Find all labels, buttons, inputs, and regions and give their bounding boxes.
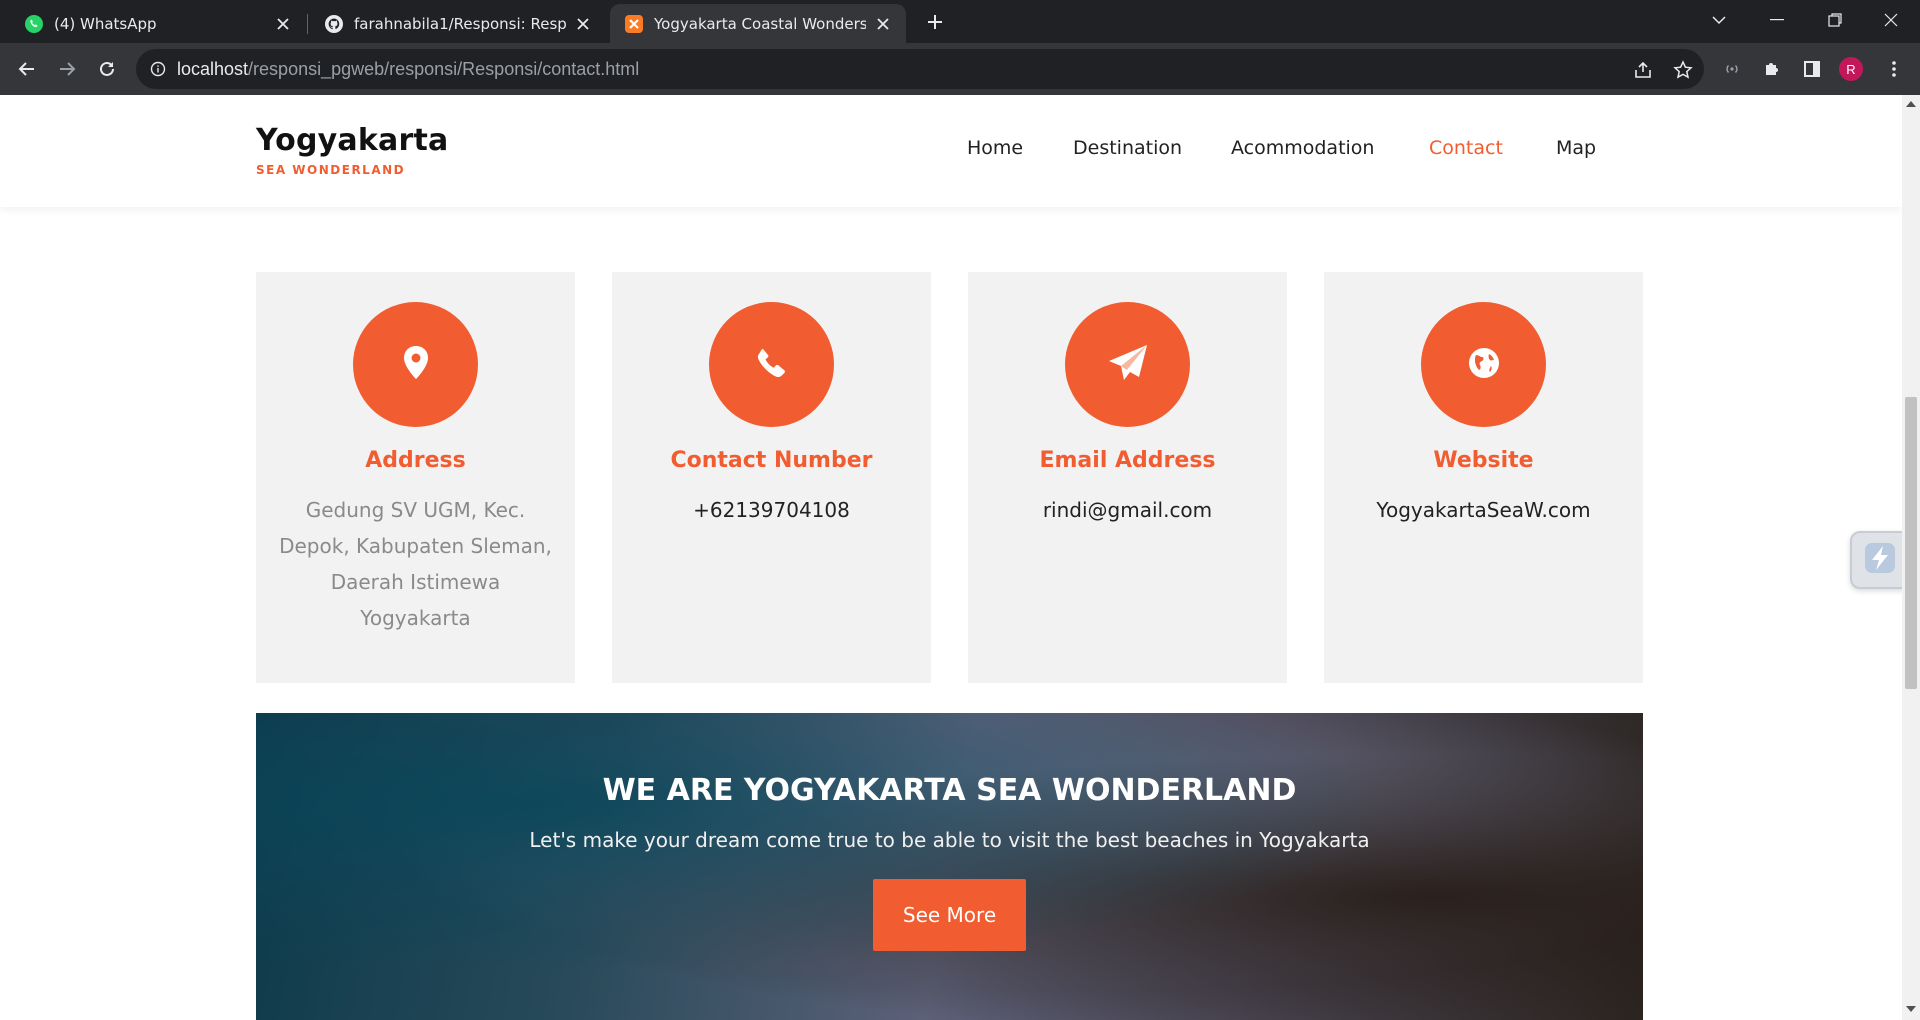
forward-button[interactable] (52, 54, 82, 84)
card-title: Address (365, 448, 466, 473)
close-icon[interactable] (874, 15, 892, 33)
extension-broadcast-icon[interactable] (1720, 57, 1744, 81)
banner-title: WE ARE YOGYAKARTA SEA WONDERLAND (602, 773, 1297, 808)
side-panel-icon[interactable] (1800, 57, 1824, 81)
card-text: rindi@gmail.com (1042, 498, 1213, 522)
extensions-puzzle-icon[interactable] (1760, 57, 1784, 81)
bookmark-star-icon[interactable] (1672, 59, 1694, 81)
site-info-icon[interactable] (148, 59, 168, 79)
new-tab-button[interactable] (922, 9, 948, 35)
contact-card-address: Address Gedung SV UGM, Kec. Depok, Kabup… (256, 272, 575, 683)
card-icon-circle (1065, 302, 1190, 427)
floating-widget[interactable] (1850, 531, 1910, 589)
tab-separator (307, 14, 308, 34)
address-bar[interactable]: localhost/responsi_pgweb/responsi/Respon… (136, 49, 1704, 89)
tab-search-button[interactable] (1690, 0, 1748, 40)
card-text: +62139704108 (693, 498, 850, 522)
tab-title: farahnabila1/Responsi: Responsi (354, 14, 566, 33)
close-icon[interactable] (274, 15, 292, 33)
card-icon-circle (353, 302, 478, 427)
url-host: localhost (177, 59, 249, 79)
promo-banner: WE ARE YOGYAKARTA SEA WONDERLAND Let's m… (256, 713, 1643, 1020)
globe-icon (1467, 346, 1501, 384)
nav-acommodation[interactable]: Acommodation (1231, 137, 1374, 159)
scroll-up-arrow[interactable] (1906, 101, 1916, 107)
nav-destination[interactable]: Destination (1073, 137, 1182, 159)
share-icon[interactable] (1632, 59, 1654, 81)
back-button[interactable] (12, 54, 42, 84)
profile-avatar[interactable]: R (1839, 57, 1863, 81)
contact-card-phone: Contact Number +62139704108 (612, 272, 931, 683)
browser-tab-bar: (4) WhatsApp farahnabila1/Responsi: Resp… (0, 0, 1920, 43)
whatsapp-icon (24, 14, 44, 34)
site-header: Yogyakarta SEA WONDERLAND Home Destinati… (0, 95, 1902, 207)
see-more-button[interactable]: See More (873, 879, 1026, 951)
restore-button[interactable] (1806, 0, 1864, 40)
paper-plane-icon (1107, 343, 1149, 387)
lightning-icon (1863, 541, 1897, 579)
nav-home[interactable]: Home (967, 137, 1023, 159)
card-text: Gedung SV UGM, Kec. Depok, Kabupaten Sle… (279, 498, 552, 630)
card-icon-circle (1421, 302, 1546, 427)
contact-card-website: Website YogyakartaSeaW.com (1324, 272, 1643, 683)
close-window-button[interactable] (1862, 0, 1920, 40)
nav-map[interactable]: Map (1556, 137, 1596, 159)
card-title: Contact Number (670, 448, 873, 473)
xampp-icon (624, 14, 644, 34)
reload-button[interactable] (92, 54, 122, 84)
url-text: localhost/responsi_pgweb/responsi/Respon… (177, 59, 639, 80)
tab-title: (4) WhatsApp (54, 14, 157, 33)
phone-icon (755, 346, 789, 384)
tab-github[interactable]: farahnabila1/Responsi: Responsi (310, 4, 606, 43)
card-text: YogyakartaSeaW.com (1376, 498, 1591, 522)
page-viewport: Yogyakarta SEA WONDERLAND Home Destinati… (0, 95, 1920, 1020)
contact-card-email: Email Address rindi@gmail.com (968, 272, 1287, 683)
minimize-button[interactable] (1748, 0, 1806, 40)
close-icon[interactable] (574, 15, 592, 33)
kebab-menu-icon[interactable] (1882, 57, 1906, 81)
card-icon-circle (709, 302, 834, 427)
banner-subtitle: Let's make your dream come true to be ab… (529, 828, 1370, 852)
github-icon (324, 14, 344, 34)
scroll-down-arrow[interactable] (1906, 1006, 1916, 1012)
tab-title: Yogyakarta Coastal Wonders: Discover (654, 14, 866, 33)
tab-whatsapp[interactable]: (4) WhatsApp (10, 4, 306, 43)
url-path: /responsi_pgweb/responsi/Responsi/contac… (248, 59, 640, 79)
brand-tagline: SEA WONDERLAND (256, 163, 406, 177)
map-pin-icon (402, 345, 430, 385)
scroll-thumb[interactable] (1905, 397, 1917, 689)
nav-contact[interactable]: Contact (1429, 137, 1503, 159)
page-scrollbar[interactable] (1902, 95, 1920, 1020)
card-title: Website (1433, 448, 1534, 473)
browser-toolbar: localhost/responsi_pgweb/responsi/Respon… (0, 43, 1920, 95)
card-title: Email Address (1039, 448, 1216, 473)
brand-name[interactable]: Yogyakarta (256, 123, 448, 158)
tab-yogyakarta[interactable]: Yogyakarta Coastal Wonders: Discover (610, 4, 906, 43)
